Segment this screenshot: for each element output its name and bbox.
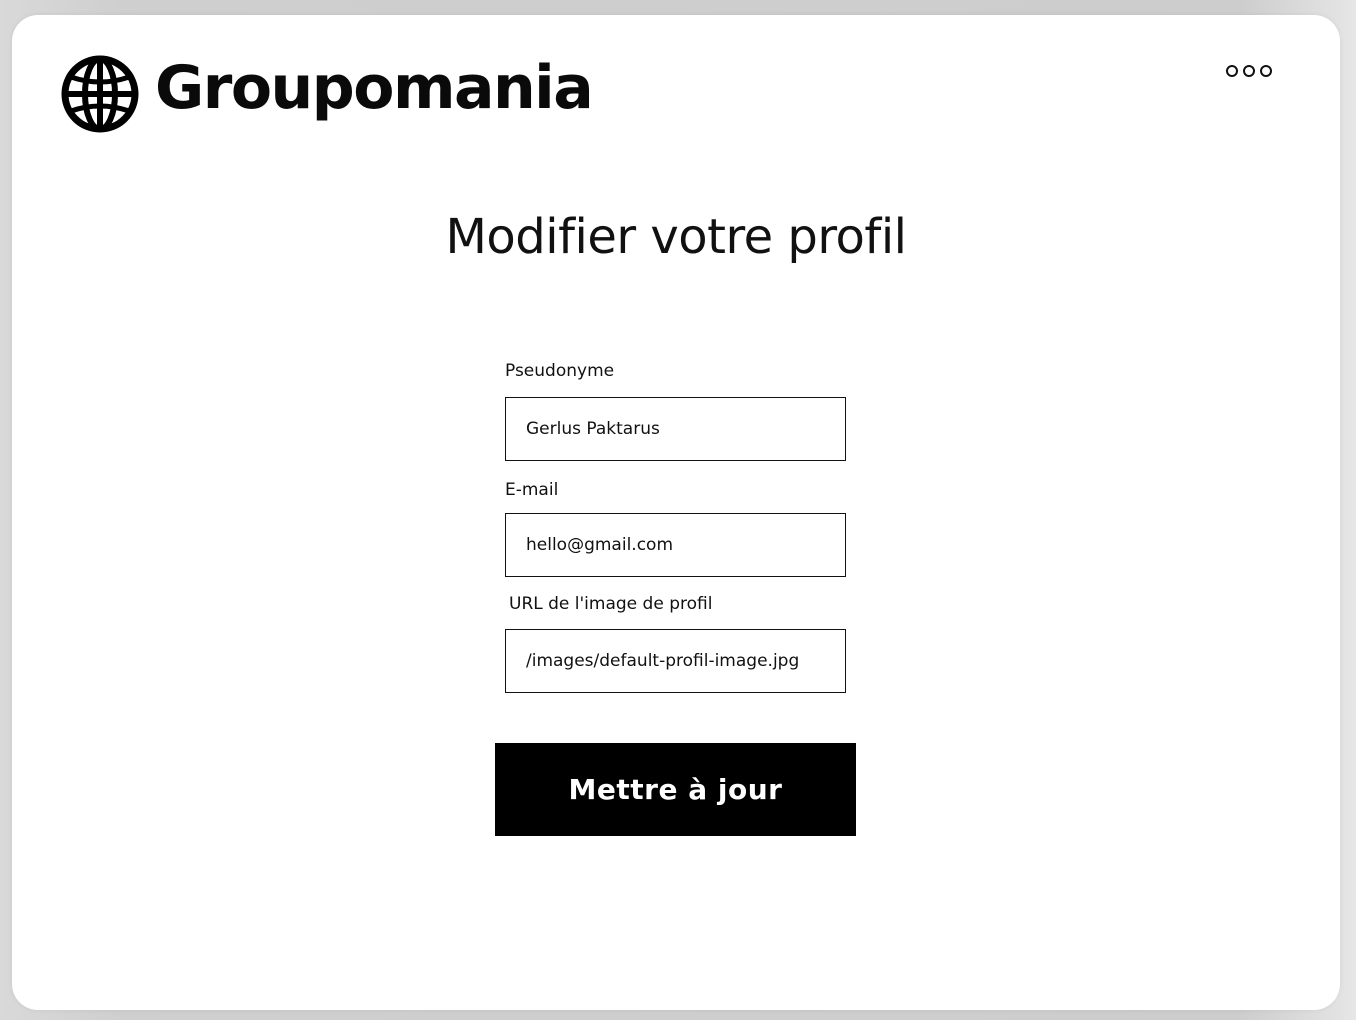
brand-logo[interactable]: Groupomania xyxy=(61,53,594,133)
globe-icon xyxy=(61,55,139,133)
email-label: E-mail xyxy=(505,480,559,500)
profile-image-url-input[interactable] xyxy=(505,629,846,693)
profile-image-url-label: URL de l'image de profil xyxy=(509,594,713,614)
brand-name: Groupomania xyxy=(155,53,594,123)
update-button[interactable]: Mettre à jour xyxy=(495,743,856,836)
more-options-icon xyxy=(1243,65,1255,77)
profile-card: Groupomania Modifier votre profil Pseudo… xyxy=(12,15,1340,1010)
email-input[interactable] xyxy=(505,513,846,577)
more-options-icon xyxy=(1226,65,1238,77)
page-title: Modifier votre profil xyxy=(445,209,908,265)
pseudonym-input[interactable] xyxy=(505,397,846,461)
more-options-button[interactable] xyxy=(1226,60,1272,82)
more-options-icon xyxy=(1260,65,1272,77)
pseudonym-label: Pseudonyme xyxy=(505,361,615,381)
